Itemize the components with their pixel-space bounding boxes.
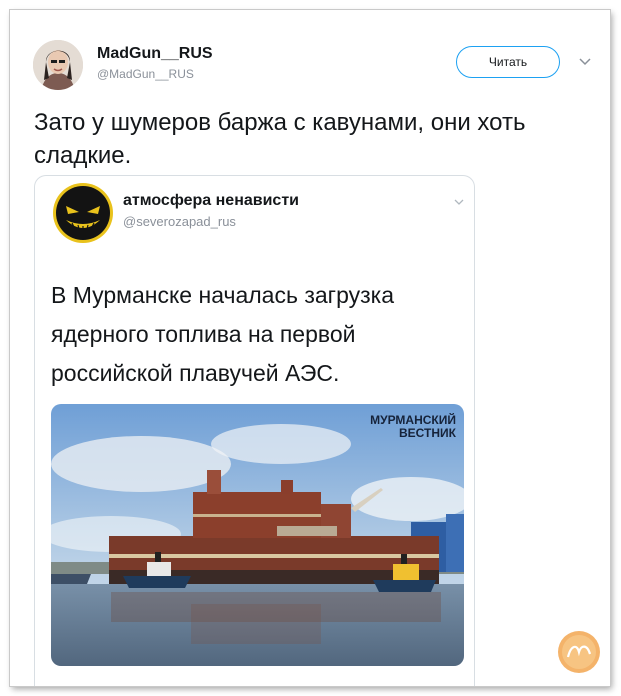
quoted-tweet-text: В Мурманске началась загрузка ядерного т… xyxy=(51,282,395,386)
chevron-down-icon[interactable] xyxy=(578,54,592,68)
floating-power-plant-photo xyxy=(51,404,464,666)
author-handle[interactable]: @MadGun__RUS xyxy=(97,67,194,81)
quoted-chevron-down-icon[interactable] xyxy=(453,196,465,208)
site-logo-icon xyxy=(558,631,600,673)
quoted-author-name[interactable]: атмосфера ненависти xyxy=(123,192,299,210)
follow-button[interactable]: Читать xyxy=(456,46,560,78)
avatar-image xyxy=(33,40,83,90)
author-avatar[interactable] xyxy=(33,40,83,90)
tweet-card: MadGun__RUS @MadGun__RUS Читать Зато у ш… xyxy=(10,10,610,686)
image-caption: МУРМАНСКИЙ ВЕСТНИК xyxy=(336,414,456,440)
caption-text: МУРМАНСКИЙ ВЕСТНИК xyxy=(370,413,456,440)
tweet-text: Зато у шумеров баржа с кавунами, они хот… xyxy=(34,109,526,169)
tweet-photo[interactable]: МУРМАНСКИЙ ВЕСТНИК xyxy=(51,404,464,666)
quoted-tweet[interactable]: атмосфера ненависти @severozapad_rus В М… xyxy=(34,175,475,686)
author-name[interactable]: MadGun__RUS xyxy=(97,45,213,63)
quoted-author-handle[interactable]: @severozapad_rus xyxy=(123,214,236,229)
quoted-avatar[interactable] xyxy=(52,182,114,244)
